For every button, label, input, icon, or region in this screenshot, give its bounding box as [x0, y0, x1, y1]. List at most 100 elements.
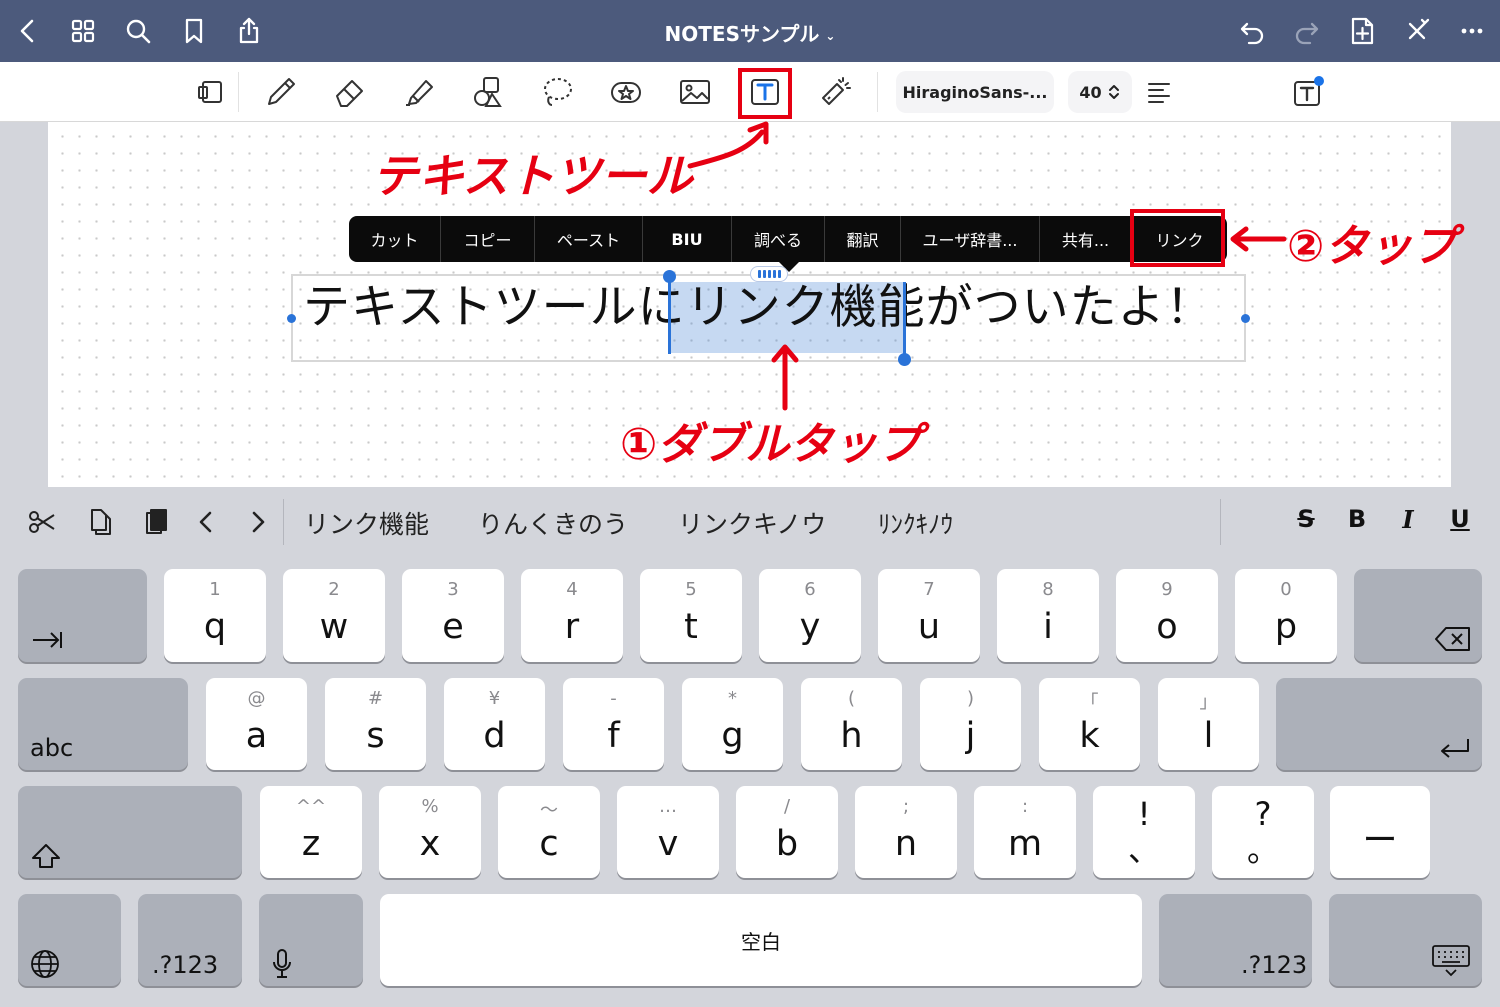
strikethrough-button[interactable]: S [1291, 505, 1321, 533]
menu-share[interactable]: 共有... [1040, 216, 1132, 262]
menu-copy[interactable]: コピー [441, 216, 535, 262]
key-row2-5[interactable]: (h [801, 678, 902, 770]
eraser-icon[interactable] [328, 72, 372, 112]
key-label: z [301, 824, 321, 864]
image-icon[interactable] [673, 72, 717, 112]
text-box-content[interactable]: テキストツールにリンク機能がついたよ！ [303, 278, 1214, 338]
tab-key[interactable] [18, 569, 147, 662]
key-row1-5[interactable]: 6y [759, 569, 861, 662]
document-title[interactable]: NOTESサンプル ⌄ [0, 18, 1500, 47]
laser-pointer-icon[interactable] [813, 72, 857, 112]
cursor-right-icon[interactable] [240, 504, 276, 540]
menu-lookup[interactable]: 調べる [732, 216, 825, 262]
key-row2-2[interactable]: ¥ d [444, 678, 545, 770]
key-row1-6[interactable]: 7u [878, 569, 980, 662]
suggestion-3[interactable]: リンクキノウ [678, 505, 826, 541]
copy-icon[interactable] [82, 504, 118, 540]
key-row3-0[interactable]: ^^ z [260, 786, 362, 878]
key-row3-8[interactable]: ?。 [1212, 786, 1314, 878]
tab-icon [33, 632, 62, 648]
key-row2-6[interactable]: ) j [920, 678, 1021, 770]
dismiss-keyboard-key[interactable] [1329, 894, 1482, 986]
selection-start-handle[interactable] [668, 278, 671, 354]
menu-cut[interactable]: カット [349, 216, 441, 262]
shift-key[interactable] [18, 786, 242, 878]
key-row1-2[interactable]: 3e [402, 569, 504, 662]
lasso-icon[interactable] [535, 72, 579, 112]
font-family-selector[interactable]: HiraginoSans-... [896, 71, 1054, 113]
key-row3-4[interactable]: / b [736, 786, 838, 878]
font-size-selector[interactable]: 40 [1068, 71, 1132, 113]
key-row3-2[interactable]: 〜 c [498, 786, 600, 878]
page-tool-icon[interactable] [190, 72, 234, 112]
shapes-icon[interactable] [466, 72, 510, 112]
suggestion-4[interactable]: ﾘﾝｸｷﾉｳ [878, 505, 953, 541]
key-row1-1[interactable]: 2w [283, 569, 385, 662]
key-row1-3[interactable]: 4r [521, 569, 623, 662]
suggestion-1[interactable]: リンク機能 [304, 505, 429, 541]
undo-icon[interactable] [1234, 13, 1270, 49]
key-row2-8[interactable]: 」 l [1158, 678, 1259, 770]
key-row2-1[interactable]: # s [325, 678, 426, 770]
selection-start-knob[interactable] [663, 270, 676, 283]
key-row2-0[interactable]: @ a [206, 678, 307, 770]
key-row3-6[interactable]: :m [974, 786, 1076, 878]
key-row2-4[interactable]: * g [682, 678, 783, 770]
key-row3-5[interactable]: ; n [855, 786, 957, 878]
numbers-key-left[interactable]: .?123 [138, 894, 242, 986]
sticker-icon[interactable] [604, 72, 648, 112]
scissors-icon[interactable] [24, 504, 60, 540]
key-row1-9[interactable]: 0p [1235, 569, 1337, 662]
italic-button[interactable]: I [1393, 505, 1423, 534]
key-hint: 」 [1199, 692, 1218, 713]
key-row1-0[interactable]: 1q [164, 569, 266, 662]
numbers-key-right[interactable]: .?123 [1159, 894, 1312, 986]
dictation-key[interactable] [259, 894, 363, 986]
text-style-icon[interactable] [1286, 72, 1330, 112]
key-row2-3[interactable]: -f [563, 678, 664, 770]
menu-translate[interactable]: 翻訳 [825, 216, 901, 262]
close-toolbar-icon[interactable] [1399, 13, 1435, 49]
key-hint: / [783, 796, 791, 817]
key-label: f [607, 716, 620, 756]
key-row1-8[interactable]: 9o [1116, 569, 1218, 662]
key-row3-3[interactable]: … v [617, 786, 719, 878]
return-key[interactable] [1276, 678, 1482, 770]
backspace-key[interactable] [1354, 569, 1482, 662]
key-row3-7[interactable]: !、 [1093, 786, 1195, 878]
more-icon[interactable] [1454, 13, 1490, 49]
annotation-double-tap: ①ダブルタップ [620, 419, 922, 470]
cursor-left-icon[interactable] [188, 504, 224, 540]
key-hint: 7 [923, 579, 935, 600]
globe-key[interactable] [18, 894, 121, 986]
return-icon [1441, 739, 1469, 758]
abc-key[interactable]: abc [18, 678, 188, 770]
menu-biu[interactable]: BIU [643, 216, 732, 262]
key-row1-7[interactable]: 8i [997, 569, 1099, 662]
key-row1-4[interactable]: 5t [640, 569, 742, 662]
bold-button[interactable]: B [1342, 505, 1372, 533]
space-key[interactable]: 空白 [380, 894, 1142, 986]
add-page-icon[interactable] [1344, 13, 1380, 49]
menu-user-dictionary[interactable]: ユーザ辞書... [901, 216, 1040, 262]
underline-button[interactable]: U [1445, 505, 1475, 533]
highlighter-icon[interactable] [397, 72, 441, 112]
key-row3-1[interactable]: % x [379, 786, 481, 878]
textbox-left-resize-handle[interactable] [287, 314, 296, 323]
key-label: v [657, 824, 679, 864]
annotation-arrow-text-tool [687, 121, 769, 169]
menu-paste[interactable]: ペースト [535, 216, 643, 262]
redo-icon[interactable] [1289, 13, 1325, 49]
textbox-move-grip[interactable] [750, 266, 788, 282]
textbox-right-resize-handle[interactable] [1241, 314, 1250, 323]
paste-icon[interactable] [138, 504, 174, 540]
long-dash-key[interactable]: ー [1330, 786, 1430, 878]
selected-text: リンク機能 [685, 280, 926, 335]
selection-end-knob[interactable] [898, 353, 911, 366]
pen-icon[interactable] [259, 72, 303, 112]
selection-end-handle[interactable] [903, 282, 906, 358]
text-align-icon[interactable] [1137, 72, 1181, 112]
suggestion-2[interactable]: りんくきのう [478, 505, 628, 541]
edit-context-menu: カット コピー ペースト BIU 調べる 翻訳 ユーザ辞書... 共有... リ… [349, 216, 1227, 262]
key-row2-7[interactable]: 「k [1039, 678, 1140, 770]
